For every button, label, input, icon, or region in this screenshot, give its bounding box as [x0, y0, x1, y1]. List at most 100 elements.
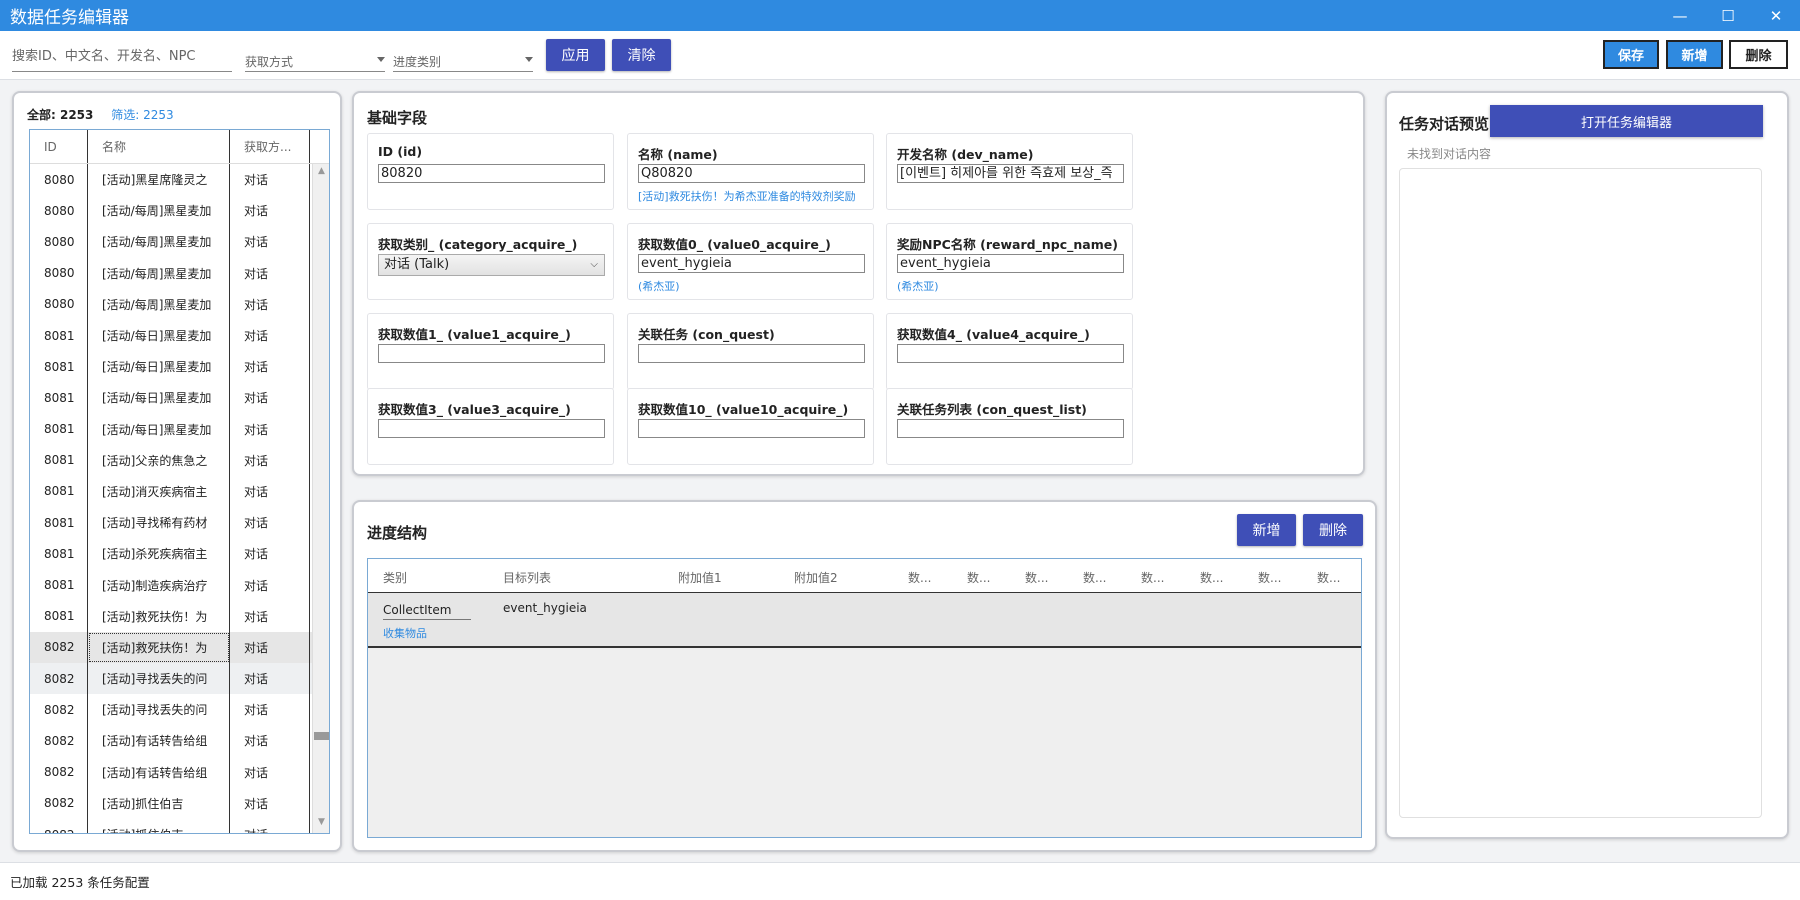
table-row[interactable]: 8081 [活动/每日]黑星麦加 对话 — [30, 319, 329, 352]
progress-delete-button[interactable]: 删除 — [1303, 514, 1363, 546]
cell-id: 8080 — [30, 195, 88, 227]
progress-column-header[interactable]: 数... — [1258, 569, 1281, 586]
progress-column-header[interactable]: 附加值2 — [794, 569, 838, 586]
cell-id: 8081 — [30, 538, 88, 570]
field-label: 关联任务 (con_quest) — [638, 327, 775, 342]
window-title: 数据任务编辑器 — [10, 8, 129, 28]
search-input[interactable]: 搜索ID、中文名、开发名、NPC — [12, 41, 232, 72]
table-row[interactable]: 8081 [活动/每日]黑星麦加 对话 — [30, 351, 329, 383]
value0-acquire-input[interactable]: event_hygieia — [638, 254, 865, 273]
progress-column-header[interactable]: 目标列表 — [503, 569, 551, 586]
table-row[interactable]: 8080 [活动/每周]黑星麦加 对话 — [30, 226, 329, 258]
table-row[interactable]: 8081 [活动/每日]黑星麦加 对话 — [30, 413, 329, 445]
reward-npc-name-input[interactable]: event_hygieia — [897, 254, 1124, 273]
table-row[interactable]: 8081 [活动]寻找稀有药材 对话 — [30, 507, 329, 539]
table-row[interactable]: 8082 [活动]寻找丢失的问 对话 — [30, 694, 329, 726]
column-header-id[interactable]: ID — [30, 130, 88, 163]
open-quest-editor-button[interactable]: 打开任务编辑器 — [1490, 105, 1763, 137]
cell-acquire: 对话 — [230, 756, 310, 788]
progress-column-header[interactable]: 数... — [908, 569, 931, 586]
table-row[interactable]: 8082[活动]抓住伯吉对话 — [30, 787, 329, 819]
column-header-acquire[interactable]: 获取方... — [230, 130, 310, 163]
progress-column-header[interactable]: 附加值1 — [678, 569, 722, 586]
cell-name: [活动]寻找稀有药材 — [88, 507, 230, 539]
field-label: 开发名称 (dev_name) — [897, 147, 1034, 162]
new-button[interactable]: 新增 — [1666, 40, 1723, 69]
cell-name: [活动]有话转告给组 — [88, 756, 230, 788]
value1-acquire-input[interactable] — [378, 344, 605, 363]
delete-button[interactable]: 删除 — [1729, 40, 1788, 69]
cell-id: 8081 — [30, 475, 88, 508]
progress-column-header[interactable]: 数... — [967, 569, 990, 586]
con-quest-list-input[interactable] — [897, 419, 1124, 438]
table-row[interactable]: 8082 [活动]救死扶伤！为 对话 — [30, 631, 329, 663]
close-icon[interactable]: ✕ — [1752, 0, 1800, 31]
scroll-thumb[interactable] — [314, 732, 329, 740]
name-input[interactable]: Q80820 — [638, 164, 865, 183]
value4-acquire-input[interactable] — [897, 344, 1124, 363]
vertical-scrollbar[interactable]: ▲ ▼ — [312, 164, 329, 833]
save-button[interactable]: 保存 — [1603, 40, 1659, 69]
table-row[interactable]: 8080 [活动]黑星席隆灵之 对话 — [30, 164, 329, 196]
table-row[interactable]: 8082 [活动]有话转告给组 对话 — [30, 756, 329, 788]
progress-column-header[interactable]: 数... — [1141, 569, 1164, 586]
cell-name: [活动/每周]黑星麦加 — [88, 257, 230, 289]
table-row[interactable]: 8081 [活动]消灭疾病宿主 对话 — [30, 475, 329, 508]
cell-name: [活动]寻找丢失的问 — [88, 694, 230, 726]
table-row[interactable]: 8081 [活动]父亲的焦急之 对话 — [30, 444, 329, 476]
table-row[interactable]: 8080 [活动/每周]黑星麦加 对话 — [30, 288, 329, 320]
apply-button[interactable]: 应用 — [546, 39, 605, 71]
cell-acquire: 对话 — [230, 538, 310, 570]
progress-column-header[interactable]: 数... — [1083, 569, 1106, 586]
scroll-down-icon[interactable]: ▼ — [313, 817, 329, 831]
progress-targets[interactable]: event_hygieia — [503, 601, 587, 615]
id-input[interactable]: 80820 — [378, 164, 605, 183]
progress-category[interactable]: CollectItem — [383, 603, 471, 620]
table-row[interactable]: 8081 [活动]制造疾病治疗 对话 — [30, 569, 329, 601]
progress-row[interactable]: CollectItem 收集物品 event_hygieia — [368, 593, 1361, 648]
progress-new-button[interactable]: 新增 — [1237, 514, 1296, 546]
table-row[interactable]: 8082 [活动]有话转告给组 对话 — [30, 725, 329, 757]
table-row[interactable]: 8081 [活动]救死扶伤！为 对话 — [30, 600, 329, 632]
cell-acquire: 对话 — [230, 226, 310, 258]
acquire-type-select[interactable]: 获取方式 — [245, 45, 385, 72]
field-label: 关联任务列表 (con_quest_list) — [897, 402, 1087, 417]
cell-name: [活动/每日]黑星麦加 — [88, 382, 230, 414]
value3-acquire-input[interactable] — [378, 419, 605, 438]
cell-name: [活动]消灭疾病宿主 — [88, 475, 230, 508]
progress-column-header[interactable]: 数... — [1025, 569, 1048, 586]
table-row[interactable]: 8082[活动]抓住伯吉对话 — [30, 818, 329, 833]
cell-id: 8082 — [30, 725, 88, 757]
clear-button[interactable]: 清除 — [612, 39, 671, 71]
table-row[interactable]: 8082 [活动]寻找丢失的问 对话 — [30, 663, 329, 695]
table-row[interactable]: 8080 [活动/每周]黑星麦加 对话 — [30, 195, 329, 227]
value10-acquire-input[interactable] — [638, 419, 865, 438]
cell-name: [活动/每日]黑星麦加 — [88, 351, 230, 383]
field-con-quest: 关联任务 (con_quest) — [627, 313, 874, 390]
progress-column-header[interactable]: 数... — [1317, 569, 1340, 586]
table-row[interactable]: 8080 [活动/每周]黑星麦加 对话 — [30, 257, 329, 289]
maximize-icon[interactable]: ☐ — [1704, 0, 1752, 31]
window-controls: — ☐ ✕ — [1656, 0, 1800, 31]
column-header-name[interactable]: 名称 — [88, 130, 230, 163]
category-acquire-select[interactable]: 对话 (Talk) ⌵ — [378, 254, 605, 276]
dev-name-input[interactable]: [이벤트] 히제아를 위한 즉효제 보상_즉 — [897, 164, 1124, 183]
cell-name: [活动/每日]黑星麦加 — [88, 413, 230, 445]
field-value1-acquire: 获取数值1_ (value1_acquire_) — [367, 313, 614, 390]
grid-header: ID 名称 获取方... — [30, 130, 329, 164]
table-row[interactable]: 8081 [活动/每日]黑星麦加 对话 — [30, 382, 329, 414]
scroll-up-icon[interactable]: ▲ — [313, 166, 329, 180]
cell-acquire: 对话 — [230, 787, 310, 819]
minimize-icon[interactable]: — — [1656, 0, 1704, 31]
progress-column-header[interactable]: 数... — [1200, 569, 1223, 586]
field-name: 名称 (name) Q80820 [活动]救死扶伤！为希杰亚准备的特效剂奖励 — [627, 133, 874, 210]
progress-column-header[interactable]: 类别 — [383, 569, 407, 586]
cell-id: 8081 — [30, 382, 88, 414]
cell-id: 8080 — [30, 226, 88, 258]
preview-title: 任务对话预览 — [1399, 115, 1490, 133]
progress-type-select[interactable]: 进度类别 — [393, 45, 533, 72]
table-row[interactable]: 8081 [活动]杀死疾病宿主 对话 — [30, 538, 329, 570]
cell-id: 8081 — [30, 351, 88, 383]
con-quest-input[interactable] — [638, 344, 865, 363]
cell-acquire: 对话 — [230, 164, 310, 196]
